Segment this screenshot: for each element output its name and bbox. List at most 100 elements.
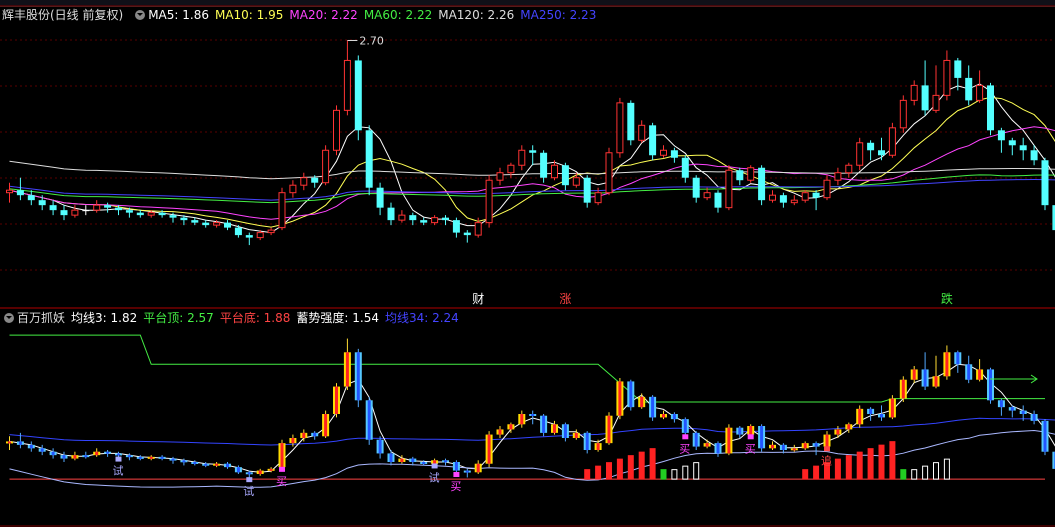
candle-body-9 bbox=[104, 205, 112, 208]
sub-body-core-73 bbox=[803, 443, 807, 449]
candle-body-53 bbox=[583, 177, 591, 203]
candle-body-58 bbox=[638, 124, 646, 141]
candle-body-81 bbox=[888, 127, 896, 156]
energy-bar-0-56 bbox=[616, 458, 623, 480]
sub-body-core-83 bbox=[912, 369, 916, 380]
candle-body-17 bbox=[191, 220, 199, 223]
sub-body-core-22 bbox=[247, 472, 251, 475]
sub-body-core-60 bbox=[662, 414, 665, 418]
candle-body-63 bbox=[692, 177, 700, 198]
sub-body-core-57 bbox=[629, 381, 633, 408]
candle-body-75 bbox=[823, 179, 831, 199]
candle-body-1 bbox=[16, 190, 24, 196]
sub-body-core-20 bbox=[226, 463, 229, 468]
signal-label-6: 买 bbox=[745, 442, 756, 455]
sub-body-core-95 bbox=[1043, 420, 1047, 452]
energy-bar-0-54 bbox=[595, 465, 602, 480]
sub-body-core-78 bbox=[858, 408, 862, 425]
candle-body-45 bbox=[496, 172, 504, 181]
candle-body-18 bbox=[202, 222, 210, 226]
sub-body-core-77 bbox=[847, 424, 851, 430]
candle-body-72 bbox=[790, 199, 798, 204]
candle-body-46 bbox=[507, 164, 515, 174]
signal-marker-0 bbox=[115, 456, 122, 462]
candle-body-49 bbox=[540, 152, 548, 178]
signal-label-7: 追 bbox=[821, 453, 832, 467]
sub-body-core-82 bbox=[901, 379, 905, 399]
candle-body-55 bbox=[605, 152, 613, 194]
signal-label-2: 买 bbox=[276, 475, 287, 488]
sub-body-core-49 bbox=[542, 415, 546, 433]
candle-body-51 bbox=[561, 165, 569, 186]
sub-body-core-94 bbox=[1032, 414, 1036, 421]
candle-body-80 bbox=[878, 150, 885, 156]
energy-bar-4-82 bbox=[900, 469, 907, 480]
candle-body-94 bbox=[1030, 150, 1038, 161]
sub-body-core-53 bbox=[585, 432, 589, 450]
candle-body-60 bbox=[660, 149, 667, 156]
sub-body-core-17 bbox=[193, 462, 197, 464]
sub-body-core-41 bbox=[454, 462, 458, 471]
candle-body-79 bbox=[867, 142, 875, 151]
sub-body-core-56 bbox=[618, 381, 622, 416]
sub-body-core-62 bbox=[683, 419, 687, 433]
candle-body-74 bbox=[812, 192, 820, 198]
candle-body-14 bbox=[158, 212, 166, 216]
sub-body-core-23 bbox=[258, 470, 262, 474]
sub-body-core-50 bbox=[553, 424, 556, 433]
candle-body-4 bbox=[49, 205, 57, 211]
candle-body-35 bbox=[387, 207, 395, 221]
candle-body-5 bbox=[60, 210, 68, 216]
candle-body-64 bbox=[703, 192, 711, 199]
sub-body-core-63 bbox=[694, 432, 698, 447]
candle-body-2 bbox=[27, 195, 35, 201]
sub-body-core-67 bbox=[738, 427, 742, 435]
sub-body-core-70 bbox=[771, 444, 774, 449]
candle-body-50 bbox=[551, 164, 558, 179]
sub-body-core-80 bbox=[880, 414, 883, 418]
sub-body-core-90 bbox=[989, 369, 992, 401]
candle-body-31 bbox=[343, 59, 351, 111]
candle-body-22 bbox=[245, 235, 253, 238]
sub-body-core-71 bbox=[781, 444, 785, 450]
energy-bar-3-74 bbox=[813, 465, 820, 480]
candle-body-86 bbox=[943, 59, 951, 96]
candle-body-87 bbox=[954, 60, 962, 78]
signal-label-1: 试 bbox=[243, 485, 254, 498]
sub-body-core-44 bbox=[487, 434, 491, 464]
sub-body-core-76 bbox=[836, 429, 840, 435]
sub-body-core-16 bbox=[182, 460, 186, 463]
sub-body-core-52 bbox=[574, 432, 578, 438]
stock-chart: 2.701.73财涨跌试试买试买买买追 bbox=[0, 5, 1055, 527]
candle-body-68 bbox=[747, 167, 755, 181]
candle-body-26 bbox=[289, 184, 297, 194]
signal-marker-4 bbox=[453, 472, 460, 477]
candle-body-0 bbox=[6, 189, 13, 194]
candle-body-48 bbox=[529, 150, 537, 153]
sub-body-core-40 bbox=[444, 460, 447, 463]
ma10-line bbox=[9, 96, 1055, 228]
sub-body-core-79 bbox=[869, 408, 873, 414]
sub-body-core-75 bbox=[825, 434, 829, 447]
candle-body-38 bbox=[420, 220, 428, 223]
sub-body-core-31 bbox=[345, 352, 349, 387]
candle-body-83 bbox=[910, 84, 918, 101]
candle-body-39 bbox=[431, 217, 439, 224]
energy-bar-3-80 bbox=[878, 444, 885, 480]
sub-body-core-89 bbox=[978, 369, 982, 380]
sub-body-core-55 bbox=[607, 415, 611, 444]
candle-body-30 bbox=[333, 109, 340, 151]
candle-body-41 bbox=[452, 220, 460, 233]
candle-body-11 bbox=[125, 210, 133, 213]
energy-bar-3-76 bbox=[834, 458, 841, 480]
energy-bar-2-62 bbox=[682, 465, 689, 480]
candle-body-67 bbox=[736, 170, 744, 181]
sub-body-core-43 bbox=[476, 463, 480, 473]
sub-body-core-8 bbox=[95, 451, 99, 456]
sub-body-core-26 bbox=[291, 438, 295, 444]
energy-bar-0-58 bbox=[638, 451, 645, 480]
candle-body-66 bbox=[725, 169, 733, 209]
energy-bar-0-55 bbox=[606, 462, 612, 480]
sub-body-core-54 bbox=[596, 443, 600, 450]
sub-body-core-35 bbox=[389, 453, 393, 462]
